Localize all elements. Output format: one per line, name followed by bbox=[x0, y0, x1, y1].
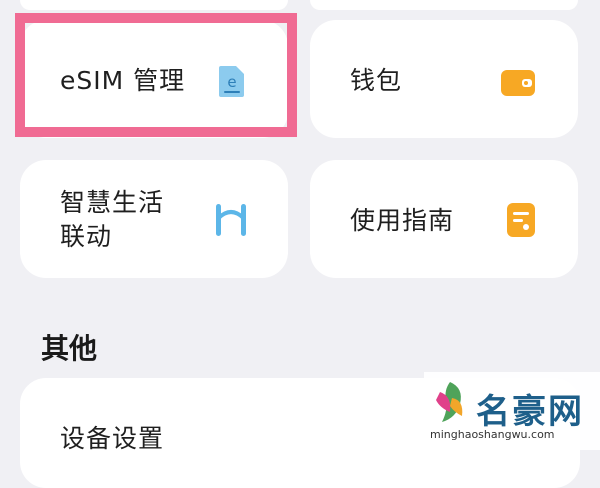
section-title-other: 其他 bbox=[41, 332, 98, 365]
card-above-remnant bbox=[20, 0, 288, 10]
wallet-card[interactable]: 钱包 bbox=[310, 20, 578, 138]
esim-highlight-frame bbox=[15, 13, 297, 137]
smart-life-link-icon bbox=[214, 202, 248, 242]
watermark-title: 名豪网 bbox=[476, 392, 584, 432]
device-settings-label: 设备设置 bbox=[60, 424, 165, 453]
watermark: 名豪网 minghaoshangwu.com bbox=[424, 372, 600, 450]
wallet-label: 钱包 bbox=[350, 66, 403, 95]
watermark-logo-icon bbox=[430, 378, 470, 432]
guide-icon bbox=[506, 202, 536, 242]
wallet-icon bbox=[500, 68, 536, 102]
smart-life-label-line1: 智慧生活 bbox=[60, 188, 165, 217]
watermark-url: minghaoshangwu.com bbox=[430, 428, 555, 441]
card-above-remnant bbox=[310, 0, 578, 10]
user-guide-label: 使用指南 bbox=[350, 206, 455, 235]
smart-life-card[interactable]: 智慧生活 联动 bbox=[20, 160, 288, 278]
smart-life-label-line2: 联动 bbox=[60, 222, 113, 251]
user-guide-card[interactable]: 使用指南 bbox=[310, 160, 578, 278]
